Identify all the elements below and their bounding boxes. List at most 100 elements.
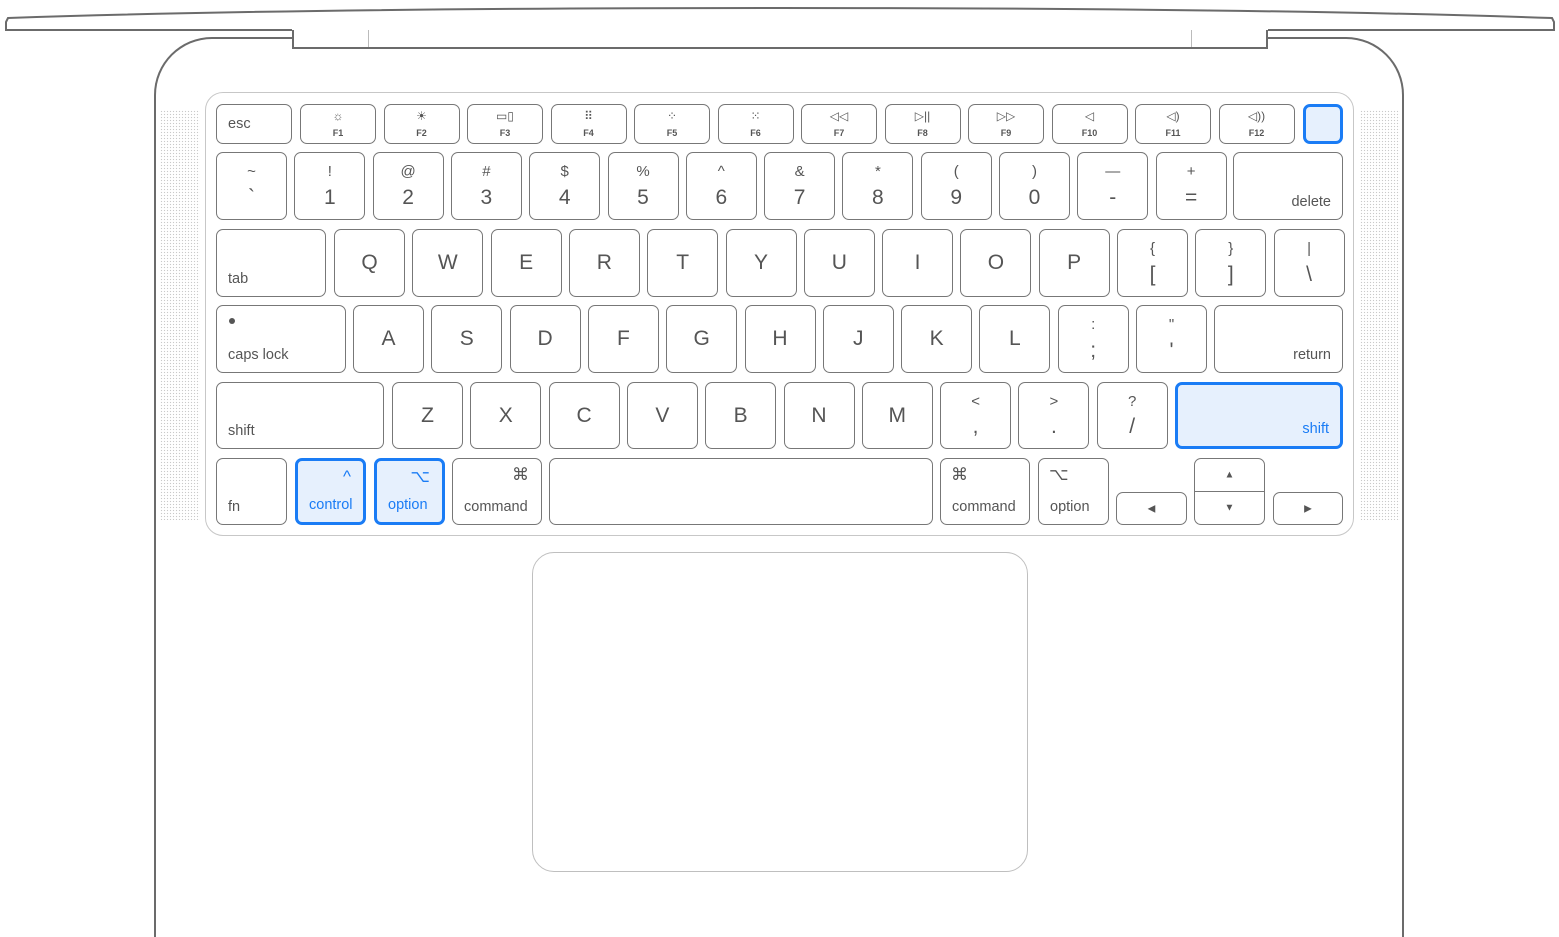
key-space[interactable] [549,458,933,525]
key-return[interactable]: return [1214,305,1343,373]
key-letter: K [929,327,944,350]
key-e[interactable]: E [490,229,562,297]
key-punct-11[interactable]: " ' [1136,305,1207,373]
key-arrow-right[interactable]: ▶ [1273,492,1343,525]
key-s[interactable]: S [431,305,503,373]
key-f2[interactable]: ☀ F2 [383,104,460,144]
key-tab[interactable]: tab [216,229,326,297]
control-symbol-icon: ^ [343,467,351,486]
key-fn[interactable]: fn [216,458,287,525]
key-j[interactable]: J [822,305,894,373]
key-w[interactable]: W [412,229,484,297]
arrow-left-icon: ◀ [1147,503,1156,514]
key-h[interactable]: H [744,305,816,373]
key-delete[interactable]: delete [1233,152,1343,220]
key-control[interactable]: ^ control [295,458,366,525]
key-base-symbol: ] [1227,263,1234,286]
key-k[interactable]: K [901,305,973,373]
key-r[interactable]: R [568,229,640,297]
key-punct-10[interactable]: ? / [1096,382,1168,449]
key-a[interactable]: A [353,305,424,373]
key-v[interactable]: V [626,382,698,449]
key-f7[interactable]: ◁◁ F7 [801,104,877,144]
volume-up-icon: ◁)) [1247,109,1266,123]
key-b[interactable]: B [705,382,777,449]
key-l[interactable]: L [979,305,1051,373]
key-arrow-up[interactable]: ▲ [1194,458,1265,492]
key-digit-8[interactable]: * 8 [842,152,914,220]
key-n[interactable]: N [783,382,855,449]
key-letter: F [616,327,630,350]
key-punct-10[interactable]: :; [1057,305,1129,373]
key-left-shift[interactable]: shift [216,382,384,449]
key-t[interactable]: T [647,229,719,297]
key-c[interactable]: C [548,382,620,449]
key-backtick[interactable]: ~ ` [216,152,287,220]
key-right-command[interactable]: ⌘ command [940,458,1030,525]
key-digit-9[interactable]: (9 [920,152,992,220]
key-label: fn [228,499,241,515]
key-digit[interactable]: — - [1077,152,1149,220]
key-digit-6[interactable]: ^ 6 [685,152,757,220]
key-bracket-11[interactable]: {[ [1117,229,1188,297]
key-y[interactable]: Y [725,229,797,297]
key-label: F1 [332,128,344,138]
key-digit-0[interactable]: ) 0 [999,152,1070,220]
trackpad[interactable] [532,552,1028,872]
key-caps-lock[interactable]: caps lock [216,305,346,373]
key-g[interactable]: G [666,305,738,373]
key-digit-4[interactable]: $4 [529,152,601,220]
key-u[interactable]: U [803,229,875,297]
key-z[interactable]: Z [392,382,463,449]
keyboard-backlight-down-icon: ⁘ [666,109,678,123]
key-d[interactable]: D [509,305,581,373]
key-f[interactable]: F [587,305,659,373]
key-esc[interactable]: esc [216,104,292,144]
key-f9[interactable]: ▷▷ F9 [968,104,1044,144]
key-left-option[interactable]: ⌥ option [374,458,445,525]
key-digit-2[interactable]: @2 [372,152,444,220]
key-digit-1[interactable]: ! 1 [294,152,366,220]
key-bracket-12[interactable]: }] [1195,229,1267,297]
key-arrow-down[interactable]: ▼ [1194,491,1265,525]
key-letter: N [811,403,827,427]
key-digit-3[interactable]: #3 [450,152,522,220]
key-f10[interactable]: ◁ F10 [1051,104,1128,144]
key-f12[interactable]: ◁)) F12 [1218,104,1295,144]
key-shift-symbol: : [1091,316,1096,333]
key-letter: B [733,403,748,427]
key-shift-symbol: } [1228,240,1234,257]
key-right-shift[interactable]: shift [1175,382,1343,449]
key-label: option [1050,499,1090,515]
key-f1[interactable]: ☼ F1 [300,104,376,144]
key-o[interactable]: O [960,229,1032,297]
key-p[interactable]: P [1038,229,1110,297]
key-digit-5[interactable]: % 5 [607,152,679,220]
key-digit-7[interactable]: & 7 [764,152,836,220]
touch-id-key[interactable] [1303,104,1343,144]
key-f8[interactable]: ▷|| F8 [884,104,961,144]
key-bracket-13[interactable]: | \ [1273,229,1345,297]
key-label: F4 [583,128,594,138]
key-f6[interactable]: ⁙ F6 [717,104,794,144]
key-letter: X [498,403,513,427]
key-right-option[interactable]: ⌥ option [1038,458,1109,525]
key-q[interactable]: Q [334,229,405,297]
key-shift-symbol: % [636,163,650,180]
key-m[interactable]: M [861,382,933,449]
key-i[interactable]: I [882,229,954,297]
key-punct-8[interactable]: <, [940,382,1012,449]
key-arrow-left[interactable]: ◀ [1116,492,1187,525]
key-digit[interactable]: + = [1155,152,1227,220]
key-letter: U [831,251,847,274]
caps-lock-indicator [229,318,235,324]
key-f5[interactable]: ⁘ F5 [634,104,710,144]
key-label: esc [228,116,251,132]
key-f11[interactable]: ◁) F11 [1135,104,1211,144]
key-punct-9[interactable]: >. [1018,382,1090,449]
key-letter: G [693,327,710,350]
key-f4[interactable]: ⠿ F4 [550,104,627,144]
key-f3[interactable]: ▭▯ F3 [467,104,543,144]
key-x[interactable]: X [470,382,542,449]
key-left-command[interactable]: ⌘ command [452,458,542,525]
